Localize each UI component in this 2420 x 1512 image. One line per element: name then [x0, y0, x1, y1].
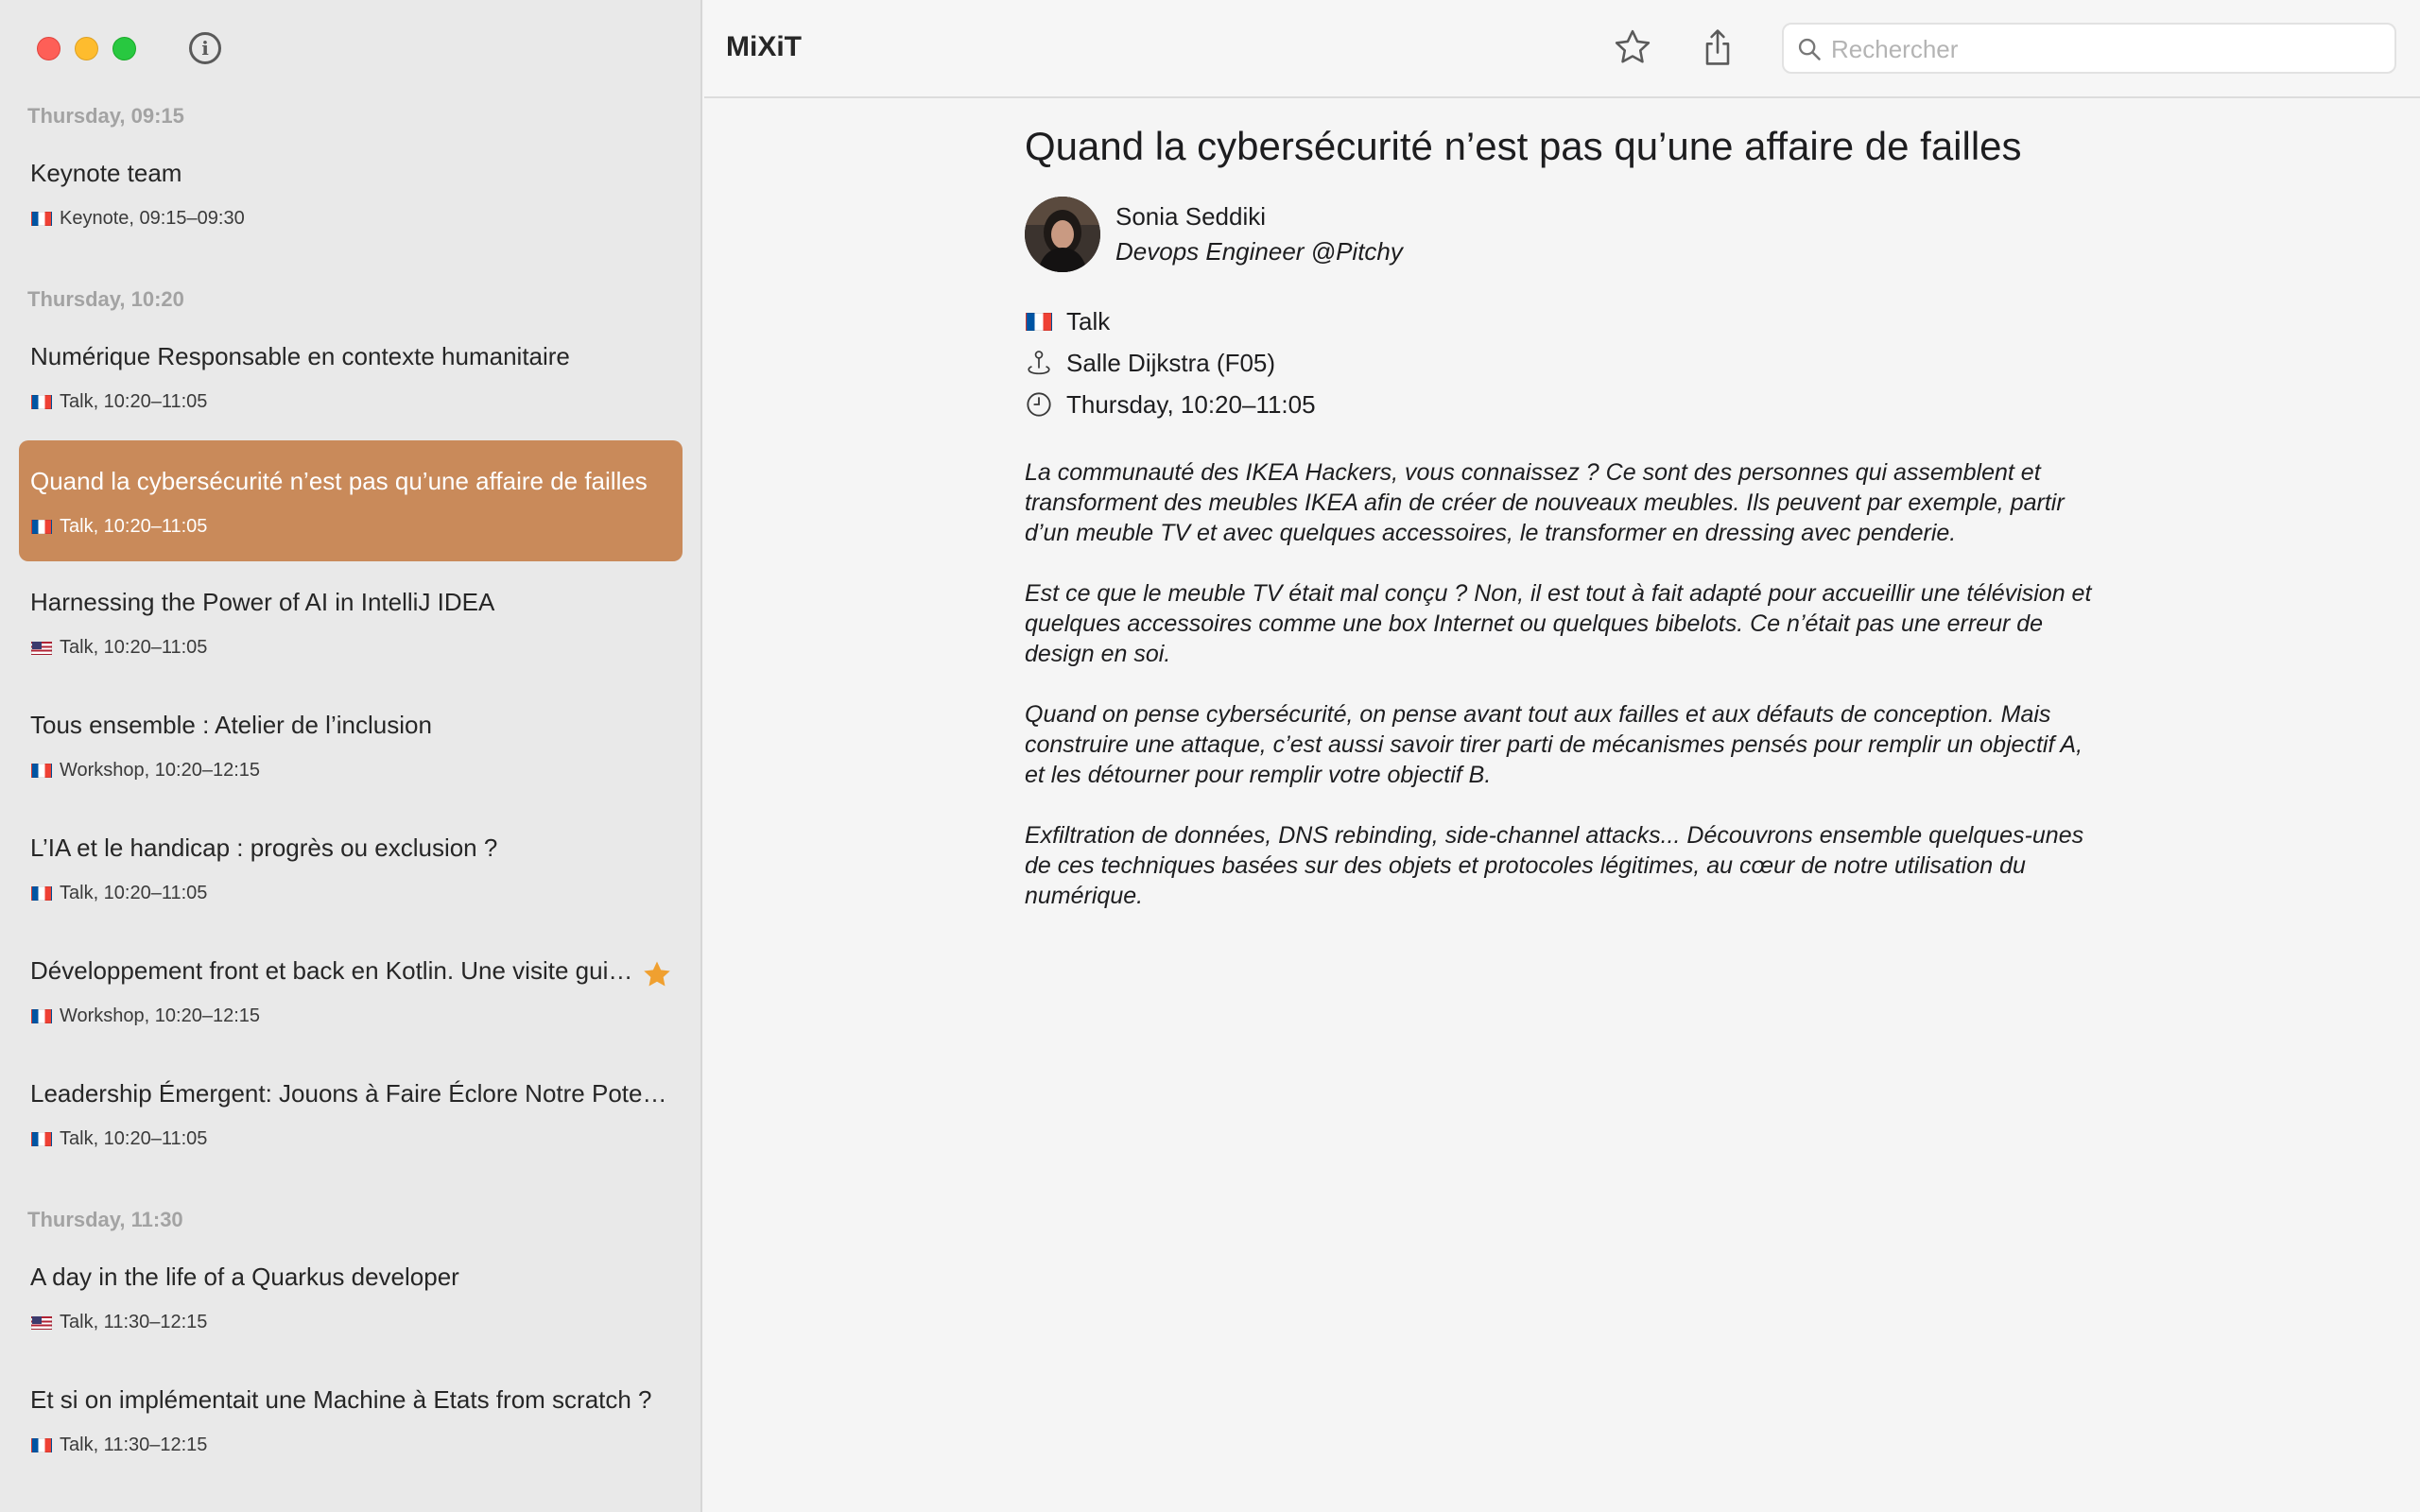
session-description: La communauté des IKEA Hackers, vous con… [1025, 457, 2102, 911]
session-title: Et si on implémentait une Machine à Etat… [30, 1385, 652, 1414]
clock-icon [1025, 390, 1053, 419]
flag-fr-icon [31, 886, 52, 901]
session-meta-text: Talk, 11:30–12:15 [60, 1435, 208, 1455]
session-title: Tous ensemble : Atelier de l’inclusion [30, 711, 432, 739]
location-pin-icon [1025, 349, 1053, 377]
session-meta: Talk, 11:30–12:15 [31, 1312, 207, 1333]
session-title: Harnessing the Power of AI in IntelliJ I… [30, 588, 495, 616]
talk-title: Quand la cybersécurité n’est pas qu’une … [1025, 124, 2022, 168]
toolbar: MiXiT [704, 0, 2420, 98]
description-paragraph: Est ce que le meuble TV était mal conçu … [1025, 580, 2092, 668]
window-controls [37, 37, 136, 60]
close-window-button[interactable] [37, 37, 60, 60]
session-item[interactable]: Numérique Responsable en contexte humani… [19, 316, 683, 437]
session-meta-text: Talk, 10:20–11:05 [60, 637, 208, 658]
session-detail: Quand la cybersécurité n’est pas qu’une … [1025, 123, 2102, 941]
session-item[interactable]: Tous ensemble : Atelier de l’inclusion W… [19, 684, 683, 805]
session-title: Numérique Responsable en contexte humani… [30, 342, 570, 370]
minimize-window-button[interactable] [75, 37, 98, 60]
session-meta-text: Workshop, 10:20–12:15 [60, 760, 261, 781]
format-row: Talk [1025, 301, 2102, 342]
session-meta: Workshop, 10:20–12:15 [31, 1005, 260, 1027]
session-meta-text: Talk, 10:20–11:05 [60, 516, 208, 537]
zoom-window-button[interactable] [112, 37, 136, 60]
session-title: Keynote team [30, 159, 182, 187]
star-icon[interactable] [1612, 26, 1653, 68]
session-title: Leadership Émergent: Jouons à Faire Éclo… [30, 1079, 673, 1108]
search-input[interactable] [1831, 32, 2379, 66]
session-meta: Talk, 11:30–12:15 [31, 1435, 207, 1456]
room-label: Salle Dijkstra (F05) [1066, 348, 1276, 377]
flag-fr-icon [31, 1132, 52, 1146]
session-meta-text: Workshop, 10:20–12:15 [60, 1005, 261, 1026]
time-label: Thursday, 10:20–11:05 [1066, 389, 1316, 419]
session-item[interactable]: L’IA et le handicap : progrès ou exclusi… [19, 807, 683, 928]
section-header: Thursday, 11:30 [27, 1208, 183, 1231]
session-meta: Talk, 10:20–11:05 [31, 391, 207, 413]
app-title: MiXiT [726, 31, 802, 62]
sidebar: i Thursday, 09:15 Keynote team Keynote, … [0, 0, 702, 1512]
session-item[interactable]: Et si on implémentait une Machine à Etat… [19, 1359, 683, 1480]
session-meta: Workshop, 10:20–12:15 [31, 760, 260, 782]
session-title: Quand la cybersécurité n’est pas qu’une … [30, 467, 648, 495]
session-meta-text: Talk, 10:20–11:05 [60, 1128, 208, 1149]
speaker-role: Devops Engineer @Pitchy [1115, 237, 1403, 266]
description-paragraph: Quand on pense cybersécurité, on pense a… [1025, 701, 2083, 789]
search-icon [1798, 38, 1821, 60]
session-meta-text: Talk, 10:20–11:05 [60, 391, 208, 412]
flag-fr-icon [31, 1009, 52, 1023]
session-meta: Talk, 10:20–11:05 [31, 1128, 207, 1150]
room-row: Salle Dijkstra (F05) [1025, 342, 2102, 384]
description-paragraph: La communauté des IKEA Hackers, vous con… [1025, 459, 2065, 547]
format-label: Talk [1066, 306, 1111, 335]
time-row: Thursday, 10:20–11:05 [1025, 384, 2102, 425]
session-item[interactable]: A day in the life of a Quarkus developer… [19, 1236, 683, 1357]
session-meta-text: Keynote, 09:15–09:30 [60, 208, 245, 229]
speaker[interactable]: Sonia Seddiki Devops Engineer @Pitchy [1025, 197, 2102, 273]
flag-fr-icon [31, 212, 52, 226]
flag-fr-icon [31, 764, 52, 778]
section-header: Thursday, 10:20 [27, 287, 184, 311]
session-item-selected[interactable]: Quand la cybersécurité n’est pas qu’une … [19, 440, 683, 561]
favorite-star-icon[interactable] [641, 958, 673, 990]
search-field[interactable] [1782, 23, 2396, 74]
session-title: L’IA et le handicap : progrès ou exclusi… [30, 833, 498, 862]
session-title: Développement front et back en Kotlin. U… [30, 956, 635, 985]
speaker-name: Sonia Seddiki [1115, 202, 1266, 232]
speaker-photo [1025, 197, 1100, 273]
description-paragraph: Exfiltration de données, DNS rebinding, … [1025, 822, 2084, 910]
flag-us-icon [31, 1315, 52, 1330]
session-meta-text: Talk, 11:30–12:15 [60, 1312, 208, 1332]
session-meta: Talk, 10:20–11:05 [31, 637, 207, 659]
flag-us-icon [31, 641, 52, 655]
flag-fr-icon [31, 1438, 52, 1452]
session-meta: Talk, 10:20–11:05 [31, 516, 207, 538]
share-icon[interactable] [1697, 26, 1738, 68]
session-meta-text: Talk, 10:20–11:05 [60, 883, 208, 903]
session-meta: Keynote, 09:15–09:30 [31, 208, 245, 230]
flag-fr-icon [31, 395, 52, 409]
session-item[interactable]: Développement front et back en Kotlin. U… [19, 930, 683, 1051]
session-item[interactable]: Keynote team Keynote, 09:15–09:30 [19, 132, 683, 253]
session-info: Talk Salle Dijkstra (F05) Thursday, 10:2… [1025, 301, 2102, 425]
session-meta: Talk, 10:20–11:05 [31, 883, 207, 904]
avatar [1025, 197, 1100, 273]
info-icon[interactable]: i [189, 32, 221, 64]
flag-fr-icon [1025, 307, 1053, 335]
section-header: Thursday, 09:15 [27, 104, 184, 128]
session-item[interactable]: Leadership Émergent: Jouons à Faire Éclo… [19, 1053, 683, 1174]
flag-fr-icon [31, 520, 52, 534]
session-item[interactable]: Harnessing the Power of AI in IntelliJ I… [19, 561, 683, 682]
session-title: A day in the life of a Quarkus developer [30, 1263, 459, 1291]
